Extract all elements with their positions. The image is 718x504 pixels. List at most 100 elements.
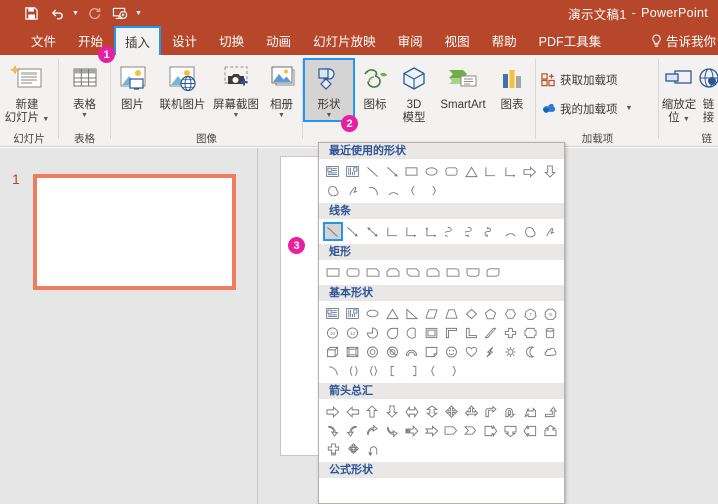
shape-elbow-connector[interactable]	[382, 222, 402, 241]
shape-rectangle[interactable]	[402, 162, 422, 181]
save-icon[interactable]	[18, 2, 44, 24]
shape-left-brace[interactable]	[403, 181, 423, 200]
zoom-button[interactable]: 缩放定位 ▼	[659, 58, 699, 125]
shape-octagon[interactable]: 8	[540, 304, 560, 323]
shape-chevron[interactable]	[461, 421, 481, 440]
shape-line[interactable]	[363, 162, 383, 181]
link-button[interactable]: 链接	[699, 58, 718, 125]
tab-file[interactable]: 文件	[20, 26, 67, 55]
shape-square-bracket[interactable]	[383, 361, 403, 380]
start-slideshow-icon[interactable]	[107, 2, 133, 24]
tab-view[interactable]: 视图	[434, 26, 481, 55]
photo-album-caret-icon[interactable]: ▼	[278, 112, 285, 120]
shape-elbow-double-arrow[interactable]	[422, 222, 442, 241]
pictures-button[interactable]: 图片	[111, 58, 154, 112]
tell-me-search[interactable]: 告诉我你	[651, 26, 718, 55]
shape-arc[interactable]	[501, 222, 521, 241]
line-shape-first[interactable]	[323, 222, 343, 241]
shape-pentagon[interactable]	[481, 304, 501, 323]
shape-snip-single-corner[interactable]	[363, 263, 383, 282]
shape-striped-right-arrow[interactable]	[402, 421, 422, 440]
shape-heptagon[interactable]: 7	[521, 304, 541, 323]
shape-can[interactable]	[540, 323, 560, 342]
shape-trapezoid[interactable]	[442, 304, 462, 323]
online-pictures-button[interactable]: 联机图片	[154, 58, 211, 112]
shape-arc[interactable]	[323, 361, 343, 380]
shape-textbox[interactable]	[323, 162, 343, 181]
shape-curve-arrow[interactable]	[461, 222, 481, 241]
shape-curved-up-arrow[interactable]	[363, 421, 383, 440]
shape-elbow-connector[interactable]	[481, 162, 501, 181]
shape-bent-arrow[interactable]	[481, 402, 501, 421]
shape-line-arrow[interactable]	[382, 162, 402, 181]
shape-round-single-corner[interactable]	[443, 263, 463, 282]
shape-bent-up-arrow[interactable]	[540, 402, 560, 421]
shapes-button[interactable]: 形状 ▼	[303, 58, 355, 122]
shape-tri-arrow[interactable]	[461, 402, 481, 421]
shape-plaque[interactable]	[521, 323, 541, 342]
shape-pie[interactable]	[363, 323, 383, 342]
shape-right-triangle[interactable]	[402, 304, 422, 323]
shape-curve-double-arrow[interactable]	[481, 222, 501, 241]
shape-l-shape-corner[interactable]	[442, 323, 462, 342]
table-button[interactable]: 表格 ▼	[59, 58, 110, 120]
shape-rectangle[interactable]	[323, 263, 343, 282]
shape-line-arrow[interactable]	[343, 222, 363, 241]
shape-curved-right-arrow[interactable]	[323, 421, 343, 440]
tab-review[interactable]: 审阅	[387, 26, 434, 55]
get-addins-button[interactable]: 获取加载项	[540, 69, 618, 90]
shape-up-arrow-callout[interactable]	[540, 421, 560, 440]
shape-line-double-arrow[interactable]	[363, 222, 383, 241]
shape-arc2[interactable]	[383, 181, 403, 200]
customize-qat-icon[interactable]: ▼	[133, 2, 144, 24]
tab-slideshow[interactable]: 幻灯片放映	[302, 26, 387, 55]
shape-scribble[interactable]	[540, 222, 560, 241]
screenshot-button[interactable]: 屏幕截图 ▼	[211, 58, 261, 120]
shape-freeform[interactable]	[521, 222, 541, 241]
shape-teardrop[interactable]	[382, 323, 402, 342]
my-addins-button[interactable]: 我的加载项 ▼	[540, 98, 632, 119]
shape-hexagon[interactable]	[501, 304, 521, 323]
shape-cross-arrow[interactable]	[323, 440, 343, 459]
undo-icon[interactable]	[44, 2, 70, 24]
shape-round-same-side[interactable]	[463, 263, 483, 282]
screenshot-caret-icon[interactable]: ▼	[233, 112, 240, 120]
smartart-button[interactable]: SmartArt	[433, 58, 493, 112]
zoom-caret-icon[interactable]: ▼	[683, 116, 690, 123]
shape-pentagon-arrow[interactable]	[442, 421, 462, 440]
shape-folded-corner[interactable]	[422, 342, 442, 361]
shape-rounded-rectangle[interactable]	[343, 263, 363, 282]
shape-vertical-textbox[interactable]	[343, 162, 363, 181]
table-caret-icon[interactable]: ▼	[81, 112, 88, 120]
shape-frame[interactable]	[422, 323, 442, 342]
shape-chord[interactable]	[402, 323, 422, 342]
shape-right-arrow-callout[interactable]	[481, 421, 501, 440]
shape-down-arrow[interactable]	[540, 162, 560, 181]
shape-donut[interactable]	[363, 342, 383, 361]
shapes-caret-icon[interactable]: ▼	[326, 112, 333, 120]
shape-l-shape[interactable]	[461, 323, 481, 342]
tab-animations[interactable]: 动画	[255, 26, 302, 55]
shape-cloud[interactable]	[540, 342, 560, 361]
new-slide-button[interactable]: 新建 幻灯片 ▼	[0, 58, 54, 125]
shape-snip-same-side[interactable]	[383, 263, 403, 282]
shape-up-down-arrow[interactable]	[422, 402, 442, 421]
shape-cube[interactable]	[323, 342, 343, 361]
shape-diagonal-stripe[interactable]	[481, 323, 501, 342]
shape-moon[interactable]	[521, 342, 541, 361]
shape-round-bracket[interactable]	[343, 361, 363, 380]
shape-snip-diagonal[interactable]	[403, 263, 423, 282]
shape-curved-down-arrow[interactable]	[382, 421, 402, 440]
shape-down-arrow-callout[interactable]	[501, 421, 521, 440]
shape-textbox[interactable]	[323, 304, 343, 323]
slide-thumbnail-pane[interactable]: 1	[0, 148, 258, 504]
shape-left-arrow-callout[interactable]	[521, 421, 541, 440]
shape-heart[interactable]	[461, 342, 481, 361]
new-slide-caret-icon[interactable]: ▼	[42, 116, 49, 123]
chart-button[interactable]: 图表	[493, 58, 531, 112]
shape-no-symbol[interactable]	[382, 342, 402, 361]
shape-elbow-arrow-connector[interactable]	[501, 162, 521, 181]
shape-right-arrow[interactable]	[323, 402, 343, 421]
shape-down-arrow[interactable]	[382, 402, 402, 421]
shape-notched-right-arrow[interactable]	[422, 421, 442, 440]
